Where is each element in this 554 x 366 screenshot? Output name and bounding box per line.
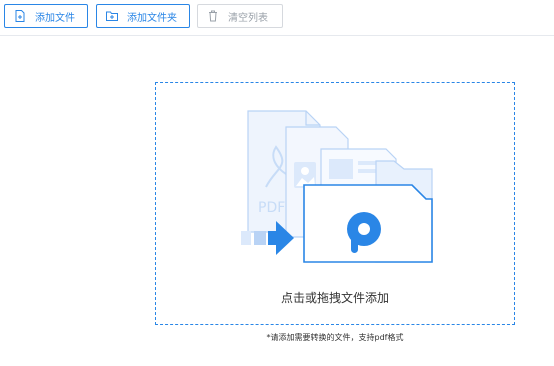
toolbar: 添加文件 添加文件夹 清空列表 bbox=[0, 0, 554, 36]
add-file-label: 添加文件 bbox=[35, 12, 75, 24]
trash-icon bbox=[206, 9, 220, 23]
add-folder-button[interactable]: 添加文件夹 bbox=[96, 4, 190, 28]
clear-list-label: 清空列表 bbox=[228, 12, 268, 24]
supported-format-hint: *请添加需要转换的文件，支持pdf格式 bbox=[266, 333, 404, 342]
add-file-icon bbox=[13, 9, 27, 23]
clear-list-button[interactable]: 清空列表 bbox=[197, 4, 283, 28]
add-folder-icon bbox=[105, 9, 119, 23]
file-drop-zone[interactable]: PDF 点击或拖拽文件添加 bbox=[155, 82, 515, 325]
drop-zone-text: 点击或拖拽文件添加 bbox=[280, 291, 389, 305]
add-folder-label: 添加文件夹 bbox=[127, 12, 177, 24]
svg-text:PDF: PDF bbox=[258, 200, 285, 216]
drop-illustration: PDF bbox=[236, 107, 436, 267]
add-file-button[interactable]: 添加文件 bbox=[4, 4, 88, 28]
